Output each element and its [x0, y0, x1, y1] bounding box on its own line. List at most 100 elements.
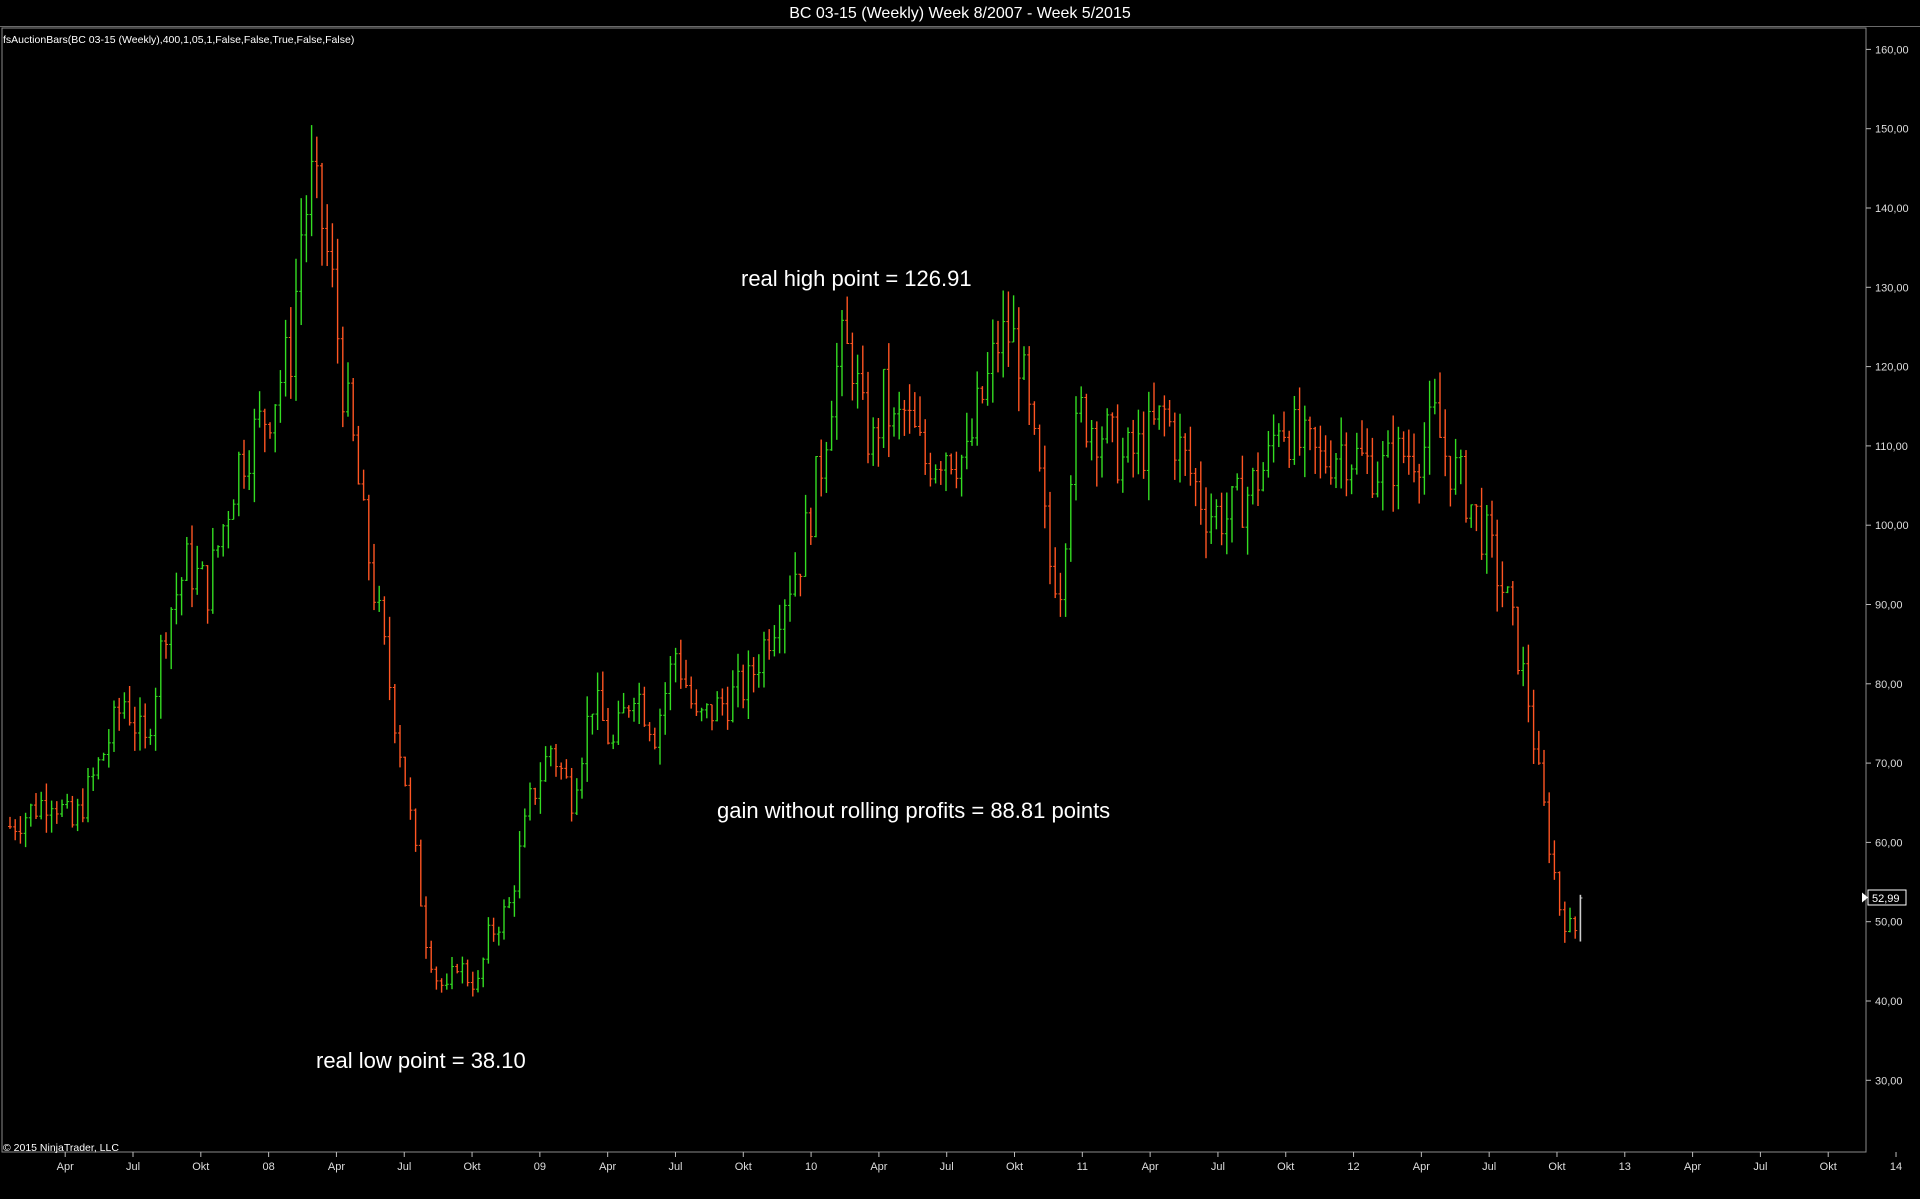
price-bar — [1042, 445, 1047, 529]
price-bar — [793, 552, 798, 597]
price-bar — [574, 778, 579, 816]
price-bar — [278, 370, 283, 423]
y-tick-label: 140,00 — [1875, 203, 1909, 215]
price-bar — [1401, 431, 1406, 464]
x-tick-label: Jul — [1482, 1161, 1496, 1173]
price-bar — [621, 692, 626, 714]
price-bar — [741, 664, 746, 709]
price-bar — [1162, 395, 1167, 437]
price-bar — [1105, 408, 1110, 444]
x-tick-label: 10 — [805, 1161, 817, 1173]
price-bar — [1198, 461, 1203, 525]
price-bar — [299, 198, 304, 326]
plot-border — [1, 27, 1867, 1153]
price-bar — [1380, 441, 1385, 511]
price-bar — [548, 745, 553, 767]
price-bar — [1037, 424, 1042, 472]
price-bar — [242, 439, 246, 489]
price-bar — [564, 759, 569, 779]
price-bar — [101, 752, 106, 761]
price-bar — [231, 499, 236, 520]
price-bar — [964, 412, 969, 470]
price-bar — [158, 634, 163, 719]
price-bar — [730, 670, 735, 723]
price-bars — [8, 125, 1583, 997]
price-bar — [283, 319, 288, 397]
price-bar — [1464, 450, 1468, 523]
price-bar — [980, 386, 985, 404]
price-bar — [632, 697, 636, 722]
price-bar — [1219, 492, 1224, 546]
price-bar — [1094, 421, 1099, 487]
price-bar — [294, 258, 298, 401]
price-bar — [60, 799, 64, 817]
x-tick-label: Okt — [735, 1161, 752, 1173]
price-chart[interactable]: fsAuctionBars(BC 03-15 (Weekly),400,1,05… — [0, 0, 1920, 1199]
x-tick-label: 14 — [1890, 1161, 1902, 1173]
price-bar — [1495, 519, 1500, 612]
price-bar — [788, 575, 792, 622]
price-bar — [1354, 432, 1359, 475]
price-bar — [216, 545, 220, 558]
x-tick-label: Jul — [940, 1161, 954, 1173]
price-bar — [658, 708, 662, 765]
x-tick-label: Okt — [192, 1161, 209, 1173]
price-bar — [1484, 505, 1489, 574]
price-bar — [1339, 417, 1344, 489]
x-tick-label: Jul — [397, 1161, 411, 1173]
price-bar — [533, 787, 538, 805]
price-bar — [699, 707, 704, 722]
price-bar — [970, 418, 974, 446]
price-bar — [938, 461, 943, 485]
price-bar — [1053, 547, 1058, 599]
price-bar — [522, 808, 527, 848]
price-bar — [112, 700, 116, 752]
price-bar — [959, 454, 964, 497]
price-bar — [1438, 372, 1442, 438]
price-bar — [262, 408, 267, 453]
price-bar — [91, 767, 96, 791]
price-bar — [1172, 412, 1177, 480]
price-bar — [1479, 487, 1484, 560]
price-bar — [1573, 916, 1578, 939]
x-tick-label: Jul — [668, 1161, 682, 1173]
price-bar — [1557, 871, 1562, 916]
price-bar — [704, 703, 709, 719]
y-tick-label: 120,00 — [1875, 362, 1909, 374]
price-bar — [268, 422, 272, 439]
y-tick-label: 160,00 — [1875, 44, 1909, 56]
price-bar — [309, 125, 314, 237]
x-tick-label: Jul — [126, 1161, 140, 1173]
price-bar — [1240, 455, 1245, 528]
price-bar — [1188, 426, 1193, 486]
price-bar — [1323, 435, 1328, 474]
price-bar — [1136, 409, 1141, 475]
price-bar — [70, 795, 75, 828]
price-bar — [1157, 405, 1162, 430]
price-bar — [1250, 467, 1255, 505]
price-bar — [1443, 409, 1448, 477]
price-bar — [117, 697, 122, 731]
price-bar — [314, 136, 319, 199]
price-bar — [132, 706, 137, 751]
price-bar — [590, 713, 595, 735]
price-bar — [1427, 380, 1432, 475]
x-tick-label: Apr — [328, 1161, 345, 1173]
price-bar — [1458, 449, 1463, 485]
time-axis[interactable]: Apr Jul Okt 08 Apr Jul Okt 09 Apr Jul Okt 10 Apr Jul O… — [57, 1152, 1920, 1173]
price-bar — [554, 743, 558, 777]
price-bar — [470, 971, 475, 997]
price-bar — [637, 682, 642, 725]
price-bar — [840, 310, 844, 397]
price-bar — [1022, 346, 1026, 380]
price-bar — [673, 647, 678, 683]
price-bar — [1396, 426, 1401, 510]
price-bar — [876, 417, 881, 467]
price-bar — [247, 450, 252, 491]
x-tick-label: Jul — [1211, 1161, 1225, 1173]
price-bar — [205, 565, 210, 624]
copyright-notice: © 2015 NinjaTrader, LLC — [3, 1142, 119, 1154]
y-tick-label: 90,00 — [1875, 599, 1903, 611]
price-axis[interactable]: 30,00 40,00 50,00 60,00 70,00 80,00 90,00 100,0… — [1866, 44, 1909, 1087]
price-bar — [221, 524, 226, 557]
